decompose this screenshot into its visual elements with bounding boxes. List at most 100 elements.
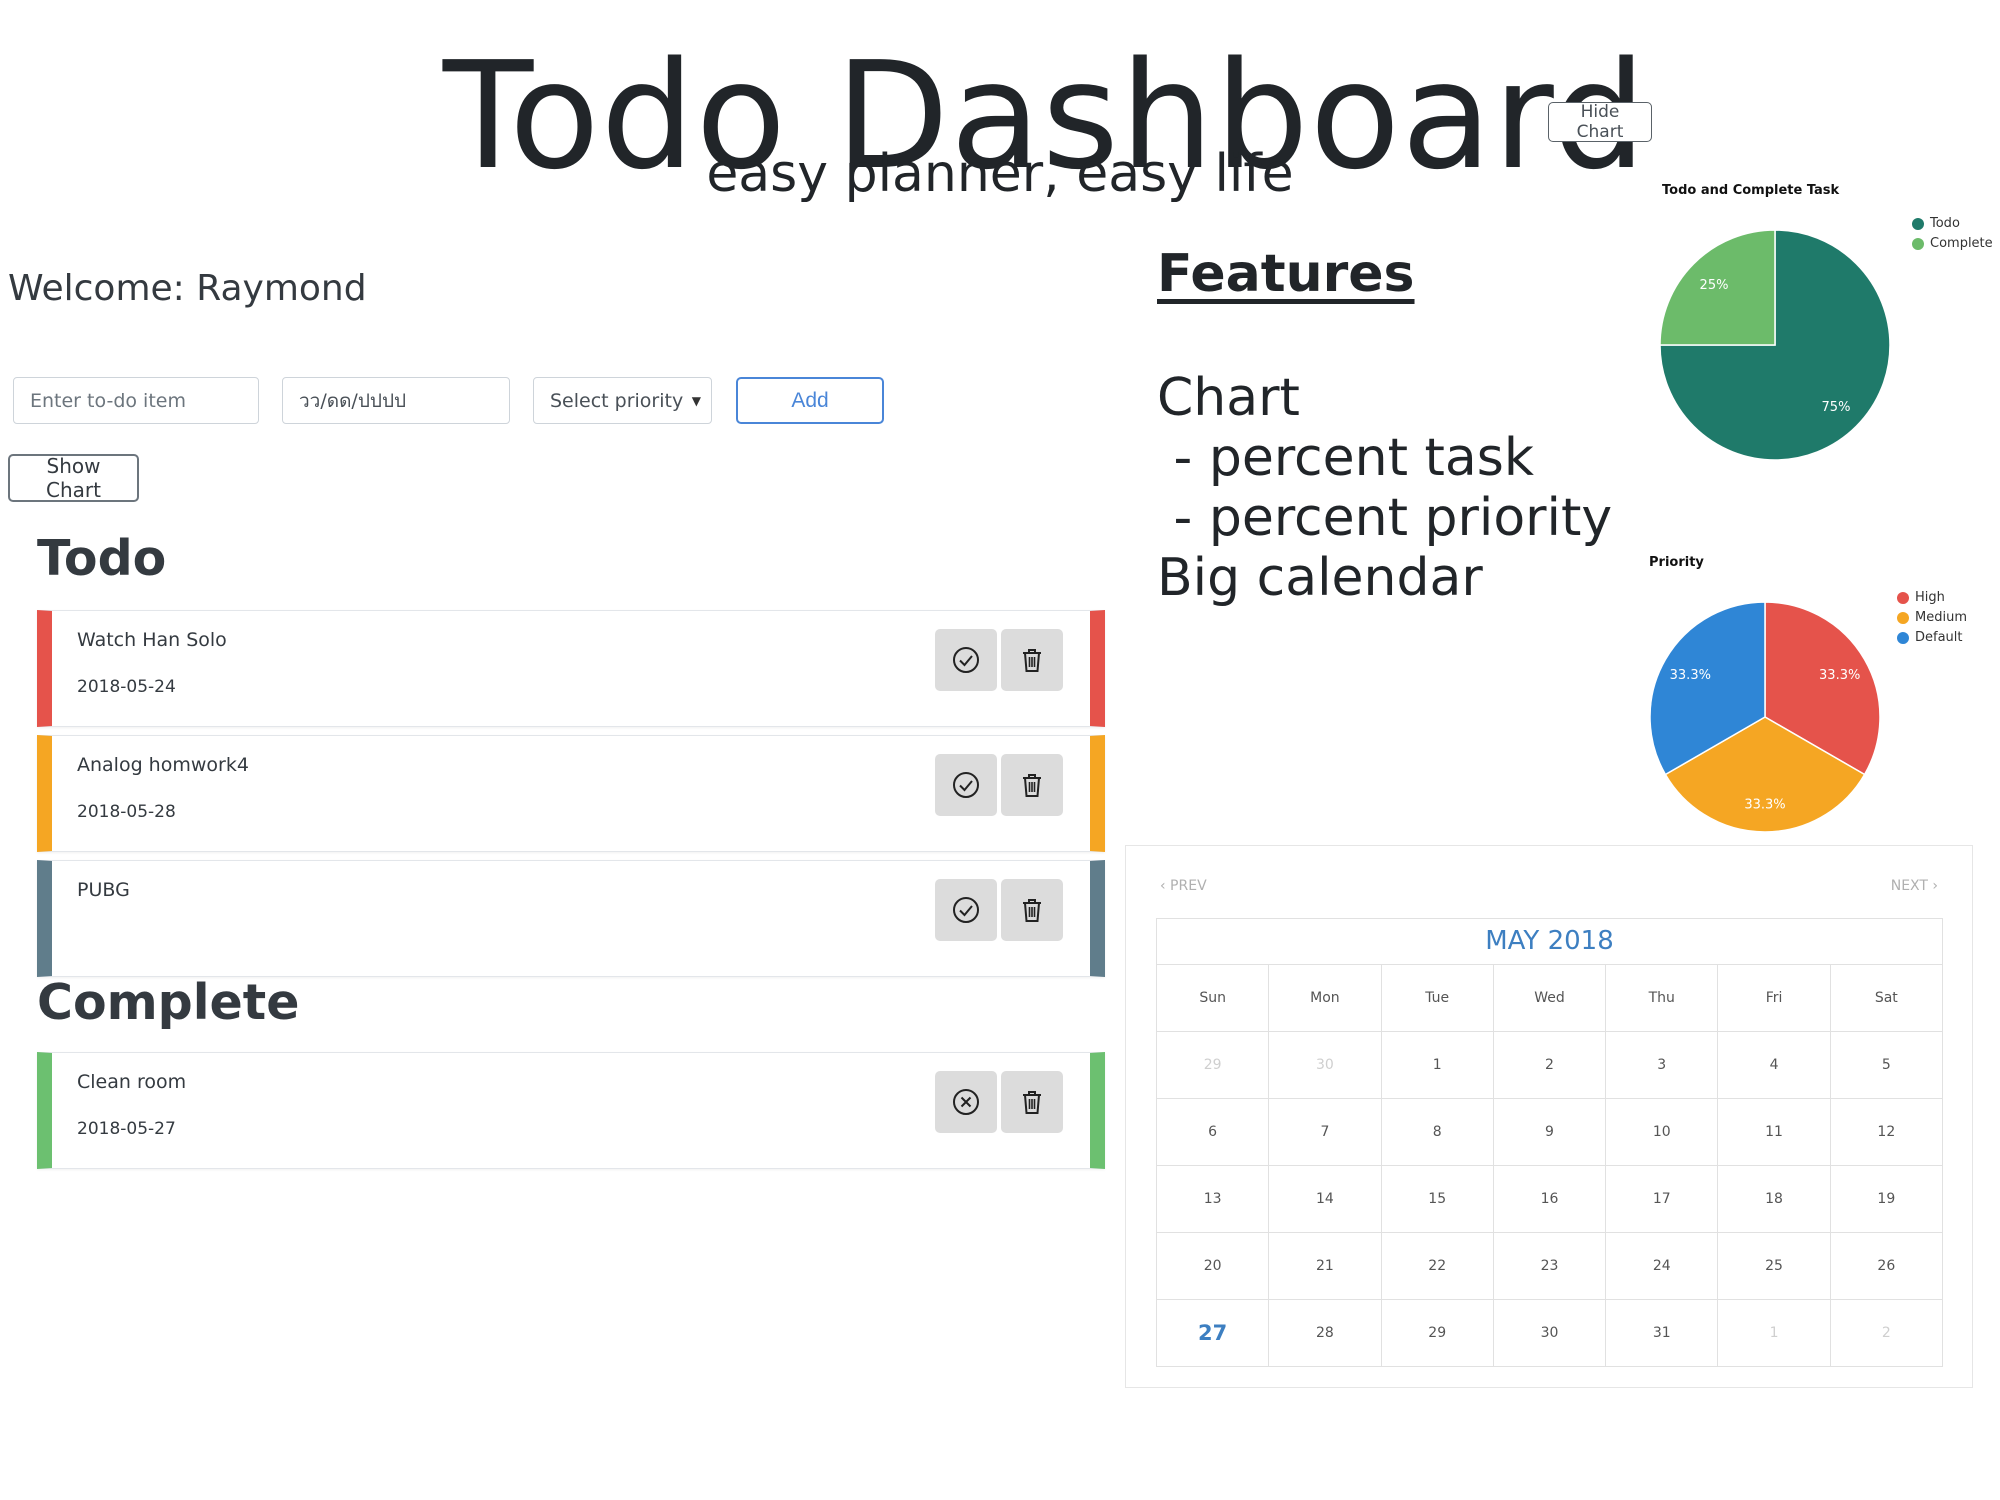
priority-select[interactable]: Select priority ▼ (533, 377, 712, 424)
legend-swatch (1912, 237, 1924, 250)
calendar-day-cell[interactable]: 3 (1606, 1032, 1719, 1098)
check-circle-icon (953, 647, 979, 673)
hide-chart-button[interactable]: Hide Chart (1548, 102, 1652, 142)
calendar-day-cell[interactable]: 2 (1494, 1032, 1607, 1098)
todo-card: PUBG (37, 860, 1105, 977)
page-subtitle: easy planner, easy life (706, 144, 1294, 204)
calendar: ‹ PREV NEXT › MAY 2018 Sun Mon Tue Wed Thu Fr… (1125, 845, 1973, 1388)
date-input[interactable]: วว/ดด/ปปปป (282, 377, 510, 424)
calendar-next-button[interactable]: NEXT › (1891, 878, 1938, 894)
legend-item: High (1897, 590, 1967, 605)
legend-item: Medium (1897, 610, 1967, 625)
calendar-day-cell[interactable]: 30 (1494, 1300, 1607, 1366)
delete-button[interactable] (1001, 1071, 1063, 1133)
legend-swatch (1897, 611, 1909, 624)
calendar-day-cell[interactable]: 2 (1831, 1300, 1942, 1366)
legend-item: Todo (1912, 216, 1993, 231)
complete-button[interactable] (935, 879, 997, 941)
legend-swatch (1897, 591, 1909, 604)
welcome-message: Welcome: Raymond (8, 268, 367, 309)
calendar-day-cell[interactable]: 23 (1494, 1233, 1607, 1299)
calendar-day-cell[interactable]: 30 (1269, 1032, 1382, 1098)
delete-button[interactable] (1001, 879, 1063, 941)
add-button[interactable]: Add (736, 377, 884, 424)
calendar-week-row: 29 30 1 2 3 4 5 (1157, 1032, 1942, 1099)
calendar-day-cell[interactable]: 9 (1494, 1099, 1607, 1165)
calendar-day-cell[interactable]: 1 (1382, 1032, 1494, 1098)
calendar-day-cell[interactable]: 6 (1157, 1099, 1270, 1165)
priority-select-label: Select priority (550, 389, 684, 412)
undo-button[interactable] (935, 1071, 997, 1133)
todo-name: Clean room (77, 1071, 187, 1093)
task-slice-label: 25% (1700, 278, 1729, 293)
task-chart-title: Todo and Complete Task (1662, 183, 1840, 198)
show-chart-button[interactable]: Show Chart (8, 454, 139, 502)
todo-name: Watch Han Solo (77, 629, 227, 651)
calendar-day-cell[interactable]: 20 (1157, 1233, 1270, 1299)
calendar-day-cell[interactable]: 11 (1718, 1099, 1831, 1165)
check-circle-icon (953, 772, 979, 798)
trash-icon (1023, 1091, 1041, 1114)
caret-down-icon: ▼ (691, 393, 701, 408)
priority-chart-legend: High Medium Default (1897, 590, 1967, 645)
calendar-day-cell[interactable]: 21 (1269, 1233, 1382, 1299)
todo-date: 2018-05-28 (77, 802, 176, 822)
todo-input[interactable]: Enter to-do item (13, 377, 259, 424)
calendar-day-cell[interactable]: 31 (1606, 1300, 1719, 1366)
calendar-day-cell[interactable]: 22 (1382, 1233, 1494, 1299)
priority-pie-chart: 33.3% 33.3% 33.3% (1649, 601, 1881, 833)
calendar-weekday: Sat (1874, 990, 1898, 1006)
calendar-grid: MAY 2018 Sun Mon Tue Wed Thu Fri Sat 29 30 1 2 3 4 5… (1156, 918, 1943, 1367)
close-circle-icon (953, 1089, 979, 1115)
task-pie-chart: 75% 25% (1659, 229, 1891, 461)
feature-line: - percent priority (1157, 488, 1613, 548)
task-chart-legend: Todo Complete (1912, 216, 1993, 251)
trash-icon (1023, 899, 1041, 922)
calendar-day-cell[interactable]: 13 (1157, 1166, 1270, 1232)
task-slice-label: 75% (1822, 400, 1851, 415)
calendar-week-row: 13 14 15 16 17 18 19 (1157, 1166, 1942, 1233)
trash-icon (1023, 649, 1041, 672)
delete-button[interactable] (1001, 629, 1063, 691)
calendar-day-cell[interactable]: 5 (1831, 1032, 1942, 1098)
legend-swatch (1897, 631, 1909, 644)
calendar-day-cell[interactable]: 25 (1718, 1233, 1831, 1299)
calendar-day-cell[interactable]: 27 (1157, 1300, 1270, 1366)
calendar-weekday: Sun (1157, 965, 1270, 1031)
calendar-day-cell[interactable]: 7 (1269, 1099, 1382, 1165)
calendar-week-row: 27 28 29 30 31 1 2 (1157, 1300, 1942, 1366)
calendar-day-cell[interactable]: 4 (1718, 1032, 1831, 1098)
calendar-day-cell[interactable]: 16 (1494, 1166, 1607, 1232)
complete-card: Clean room 2018-05-27 (37, 1052, 1105, 1169)
calendar-weekday: Tue (1382, 965, 1494, 1031)
calendar-day-cell[interactable]: 24 (1606, 1233, 1719, 1299)
calendar-day-cell[interactable]: 19 (1831, 1166, 1942, 1232)
calendar-weekday: Wed (1494, 965, 1607, 1031)
feature-line: - percent task (1157, 428, 1534, 488)
calendar-day-cell[interactable]: 8 (1382, 1099, 1494, 1165)
todo-name: PUBG (77, 879, 130, 901)
calendar-weekday-row: Sun Mon Tue Wed Thu Fri Sat (1157, 965, 1942, 1032)
delete-button[interactable] (1001, 754, 1063, 816)
complete-button[interactable] (935, 629, 997, 691)
legend-label: Medium (1915, 610, 1967, 625)
calendar-day-cell[interactable]: 14 (1269, 1166, 1382, 1232)
calendar-day-cell[interactable]: 29 (1157, 1032, 1270, 1098)
complete-button[interactable] (935, 754, 997, 816)
todo-card: Analog homwork4 2018-05-28 (37, 735, 1105, 852)
calendar-day-cell[interactable]: 17 (1606, 1166, 1719, 1232)
todo-date: 2018-05-27 (77, 1119, 176, 1139)
features-title: Features (1157, 244, 1415, 304)
calendar-day-cell[interactable]: 10 (1606, 1099, 1719, 1165)
calendar-day-cell[interactable]: 29 (1382, 1300, 1494, 1366)
calendar-day-cell[interactable]: 28 (1269, 1300, 1382, 1366)
priority-slice-label: 33.3% (1819, 668, 1860, 683)
calendar-day-cell[interactable]: 1 (1718, 1300, 1831, 1366)
calendar-day-cell[interactable]: 26 (1831, 1233, 1942, 1299)
calendar-week-row: 20 21 22 23 24 25 26 (1157, 1233, 1942, 1300)
calendar-day-cell[interactable]: 15 (1382, 1166, 1494, 1232)
calendar-day-cell[interactable]: 18 (1718, 1166, 1831, 1232)
calendar-prev-button[interactable]: ‹ PREV (1160, 878, 1207, 894)
calendar-weeks: 29 30 1 2 3 4 5 6 7 8 9 10 11 12 13 14 15 16 17 18 19 20 21 22 2… (1157, 1032, 1942, 1366)
calendar-day-cell[interactable]: 12 (1831, 1099, 1942, 1165)
